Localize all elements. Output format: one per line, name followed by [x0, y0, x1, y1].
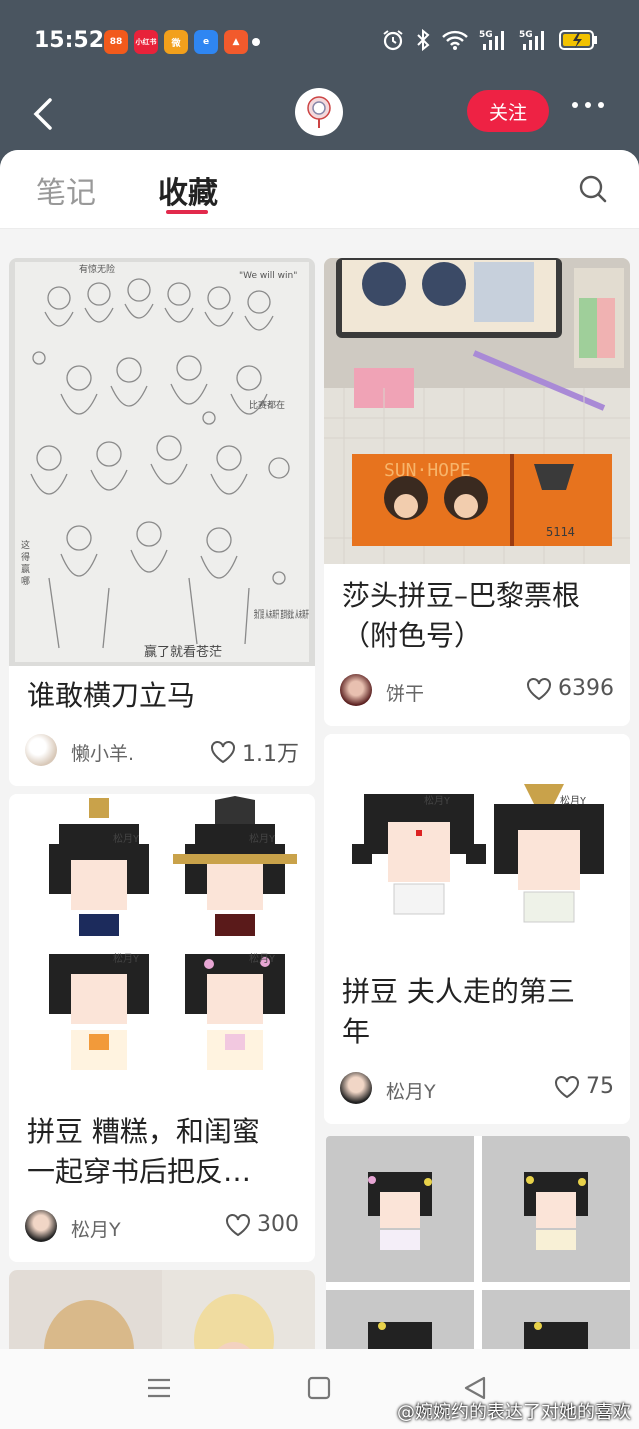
more-button[interactable] — [572, 102, 604, 108]
tab-bar: 笔记 收藏 — [0, 150, 639, 229]
ticket-number: 5114 — [546, 525, 575, 539]
card-username[interactable]: 饼干 — [386, 679, 424, 706]
svg-text:这: 这 — [21, 539, 30, 551]
svg-text:赢: 赢 — [21, 563, 30, 575]
status-app-icons: 88 小红书 微 e ▲ — [104, 30, 248, 54]
status-time: 15:52 — [34, 28, 105, 53]
user-avatar[interactable] — [340, 674, 372, 706]
app-icon-5: ▲ — [224, 30, 248, 54]
card-username[interactable]: 松月Y — [386, 1077, 436, 1104]
pixel-watermark: 松月Y — [560, 794, 586, 807]
content-sheet: 笔记 收藏 有惊无险 "We will win" 比赛都在 这 得 赢 哪 我们… — [0, 150, 639, 1429]
recent-apps-button[interactable] — [146, 1375, 172, 1405]
more-dot-icon — [572, 102, 578, 108]
svg-text:得: 得 — [21, 551, 30, 563]
svg-text:"We will win": "We will win" — [239, 271, 297, 281]
tab-notes[interactable]: 笔记 — [36, 168, 96, 212]
heart-icon — [211, 741, 235, 764]
card-meta: 松月Y 75 — [340, 1072, 614, 1108]
signal-5g-icon: 5G — [479, 30, 504, 50]
like-button[interactable]: 6396 — [526, 676, 614, 701]
card-title-line: 年 — [342, 1015, 371, 1048]
status-bar: 15:52 88 小红书 微 e ▲ 5G 5G — [0, 0, 639, 82]
pixel-watermark: 松月Y — [113, 832, 139, 845]
avatar-graphic-icon — [307, 96, 331, 128]
card-image-pixel-art: 松月Y 松月Y — [324, 734, 630, 954]
card-title-line: 一起穿书后把反… — [27, 1155, 252, 1188]
more-dot-icon — [585, 102, 591, 108]
home-button[interactable] — [306, 1375, 332, 1405]
back-button[interactable] — [28, 94, 58, 134]
tab-favorites[interactable]: 收藏 — [158, 168, 218, 212]
pixel-watermark: 松月Y — [249, 952, 275, 965]
card-username[interactable]: 松月Y — [71, 1215, 121, 1242]
profile-avatar[interactable] — [295, 88, 343, 136]
card-title-line: 拼豆 糟糕，和闺蜜 — [27, 1115, 260, 1148]
card-image-ticket: SUN·HOPE 5114 — [324, 258, 630, 564]
active-tab-indicator — [166, 210, 208, 214]
card-title: 莎头拼豆–巴黎票根 （附色号） — [342, 576, 580, 656]
heart-icon — [226, 1213, 250, 1236]
like-button[interactable]: 1.1万 — [210, 736, 299, 768]
like-button[interactable]: 75 — [554, 1074, 614, 1099]
like-count: 75 — [586, 1074, 614, 1099]
pixel-watermark: 松月Y — [424, 794, 450, 807]
svg-text:比赛都在: 比赛都在 — [249, 399, 285, 411]
like-count: 1.1万 — [242, 742, 299, 767]
battery-icon — [559, 30, 597, 50]
card-image-sketch: 有惊无险 "We will win" 比赛都在 这得赢哪 我们是 从未离开 直到… — [9, 258, 315, 666]
note-card[interactable]: 松月Y 松月Y 松月Y 松月Y 拼豆 糟糕，和闺蜜 一起穿书后把反… 松月Y 3… — [9, 794, 315, 1262]
more-dot-icon — [598, 102, 604, 108]
note-card[interactable]: 有惊无险 "We will win" 比赛都在 这得赢哪 我们是 从未离开 直到… — [9, 258, 315, 786]
search-icon — [579, 175, 607, 203]
profile-header: 关注 — [0, 82, 639, 150]
wifi-icon — [442, 30, 468, 50]
bluetooth-icon — [417, 28, 430, 52]
note-card[interactable]: 松月Y 松月Y 拼豆 夫人走的第三 年 松月Y 75 — [324, 734, 630, 1124]
weibo-watermark: @婉婉约的表达了对她的喜欢 — [397, 1402, 631, 1423]
app-icon-2: 小红书 — [134, 30, 158, 54]
note-card[interactable]: SUN·HOPE 5114 莎头拼豆–巴黎票根 （附色号） 饼干 6396 — [324, 258, 630, 726]
user-avatar[interactable] — [25, 734, 57, 766]
card-title-line: 拼豆 夫人走的第三 — [342, 975, 575, 1008]
signal-5g-icon-2: 5G — [519, 30, 544, 50]
like-count: 300 — [257, 1212, 299, 1237]
square-icon — [307, 1376, 331, 1400]
pixel-watermark: 松月Y — [113, 952, 139, 965]
app-icon-3: 微 — [164, 30, 188, 54]
user-avatar[interactable] — [340, 1072, 372, 1104]
sketch-corner-text: 我们是 从未离开 直到彼此 从未离开 — [254, 608, 309, 621]
like-count: 6396 — [558, 676, 614, 701]
card-meta: 懒小羊. 1.1万 — [25, 734, 299, 770]
svg-text:有惊无险: 有惊无险 — [79, 263, 115, 275]
card-title-line: （附色号） — [342, 619, 483, 652]
svg-text:5G: 5G — [519, 30, 533, 40]
svg-text:哪: 哪 — [21, 576, 30, 587]
app-icon-1: 88 — [104, 30, 128, 54]
notification-dot — [252, 38, 260, 46]
card-title: 谁敢横刀立马 — [27, 679, 196, 712]
card-meta: 松月Y 300 — [25, 1210, 299, 1246]
heart-icon — [527, 677, 551, 700]
app-icon-4: e — [194, 30, 218, 54]
card-username[interactable]: 懒小羊. — [71, 739, 134, 766]
menu-icon — [148, 1378, 170, 1398]
heart-icon — [555, 1075, 579, 1098]
card-title: 拼豆 夫人走的第三 年 — [342, 972, 575, 1052]
follow-button[interactable]: 关注 — [467, 90, 549, 132]
card-title-line: 莎头拼豆–巴黎票根 — [342, 579, 581, 612]
like-button[interactable]: 300 — [225, 1212, 299, 1237]
pixel-watermark: 松月Y — [249, 832, 275, 845]
card-image-pixel-art: 松月Y 松月Y 松月Y 松月Y — [9, 794, 315, 1094]
sketch-bottom-text: 赢了就看苍茫 — [144, 644, 222, 660]
search-button[interactable] — [578, 174, 608, 208]
user-avatar[interactable] — [25, 1210, 57, 1242]
chevron-left-icon — [33, 98, 52, 130]
card-meta: 饼干 6396 — [340, 674, 614, 710]
card-title: 拼豆 糟糕，和闺蜜 一起穿书后把反… — [27, 1112, 260, 1192]
alarm-icon — [383, 30, 403, 51]
svg-text:5G: 5G — [479, 30, 493, 40]
status-indicators: 5G 5G — [381, 28, 599, 52]
